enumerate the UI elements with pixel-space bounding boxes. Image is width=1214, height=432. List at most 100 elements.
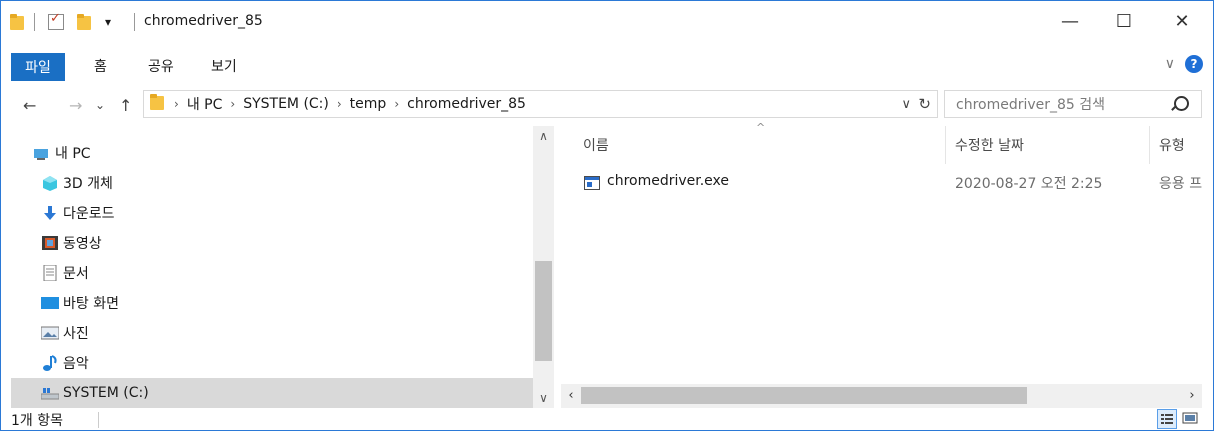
sidebar-item-this-pc[interactable]: 내 PC [11, 138, 533, 168]
desktop-icon [41, 295, 59, 311]
sidebar-item-label: 동영상 [63, 236, 102, 252]
window-title: chromedriver_85 [144, 13, 263, 29]
forward-button[interactable]: → [69, 88, 82, 122]
scroll-left-icon[interactable]: ‹ [561, 384, 581, 408]
sidebar-item-label: 문서 [63, 266, 89, 282]
minimize-button[interactable]: — [1047, 1, 1093, 41]
file-list-pane: ^ 이름 수정한 날짜 유형 chromedriver.exe 2020-08-… [561, 121, 1202, 408]
sidebar-item-label: 바탕 화면 [63, 296, 119, 312]
scroll-right-icon[interactable]: › [1182, 384, 1202, 408]
scroll-down-icon[interactable]: ∨ [533, 388, 554, 408]
pictures-icon [40, 325, 60, 341]
up-button[interactable]: ↑ [119, 88, 132, 122]
sidebar-item-documents[interactable]: 문서 [11, 258, 533, 288]
close-icon: ✕ [1174, 10, 1190, 32]
sidebar-item-music[interactable]: 음악 [11, 348, 533, 378]
details-view-icon [1161, 414, 1173, 424]
navigation-pane: 내 PC 3D 개체 다운로드 동영상 문서 바탕 화면 사진 음악 SYSTE… [11, 126, 554, 408]
scroll-up-icon[interactable]: ∧ [533, 126, 554, 146]
sidebar-item-downloads[interactable]: 다운로드 [11, 198, 533, 228]
breadcrumb-separator[interactable]: › [230, 97, 235, 111]
back-button[interactable]: ← [23, 88, 36, 122]
sidebar-item-videos[interactable]: 동영상 [11, 228, 533, 258]
search-icon[interactable] [1174, 96, 1189, 111]
new-folder-button[interactable] [77, 11, 91, 33]
quick-access-folder-icon [10, 11, 24, 33]
scrollbar-thumb[interactable] [581, 387, 1027, 404]
breadcrumb-separator[interactable]: › [394, 97, 399, 111]
column-header-name[interactable]: 이름 [583, 126, 609, 164]
column-header-modified[interactable]: 수정한 날짜 [955, 126, 1024, 164]
breadcrumb-separator: › [174, 97, 179, 111]
search-placeholder: chromedriver_85 검색 [956, 97, 1106, 113]
toolbar-separator [34, 13, 35, 31]
back-arrow-icon: ← [23, 95, 37, 115]
application-icon [584, 176, 600, 190]
3d-objects-icon [41, 175, 59, 191]
scrollbar-thumb[interactable] [535, 261, 552, 361]
breadcrumb-this-pc[interactable]: 내 PC [187, 94, 223, 114]
folder-icon [150, 93, 164, 115]
large-icons-view-button[interactable] [1181, 409, 1201, 429]
pc-icon [33, 145, 51, 161]
column-divider[interactable] [945, 126, 946, 164]
tab-view[interactable]: 보기 [211, 53, 237, 79]
address-dropdown-icon[interactable]: ∨ [901, 97, 911, 112]
tab-home[interactable]: 홈 [94, 53, 107, 79]
sidebar-item-pictures[interactable]: 사진 [11, 318, 533, 348]
video-icon [41, 235, 59, 251]
navigation-pane-scrollbar[interactable]: ∧ ∨ [533, 126, 554, 408]
chevron-down-icon: ⌄ [95, 98, 106, 112]
expand-ribbon-icon[interactable]: ∨ [1165, 56, 1175, 72]
sidebar-item-label: 3D 개체 [63, 176, 113, 192]
folder-icon [77, 13, 91, 31]
sidebar-item-3d-objects[interactable]: 3D 개체 [11, 168, 533, 198]
file-list-horizontal-scrollbar[interactable]: ‹ › [561, 384, 1202, 408]
title-bar: ▾ chromedriver_85 — ☐ ✕ [1, 1, 1213, 41]
breadcrumb-temp[interactable]: temp [350, 96, 387, 112]
sidebar-item-label: 음악 [63, 356, 89, 372]
file-modified-date: 2020-08-27 오전 2:25 [955, 176, 1103, 192]
drive-icon [40, 385, 60, 401]
download-icon [41, 205, 59, 221]
large-icons-view-icon [1182, 412, 1198, 424]
close-button[interactable]: ✕ [1159, 1, 1205, 41]
status-bar: 1개 항목 [1, 408, 1213, 432]
navigation-bar: ← → ⌄ ↑ › 내 PC › SYSTEM (C:) › temp › ch… [1, 88, 1213, 122]
file-type: 응용 프 [1159, 176, 1202, 192]
toolbar-separator [134, 13, 135, 31]
maximize-button[interactable]: ☐ [1101, 1, 1147, 41]
column-header-type[interactable]: 유형 [1159, 126, 1185, 164]
sidebar-item-label: 사진 [63, 326, 89, 342]
search-input[interactable]: chromedriver_85 검색 [944, 90, 1202, 118]
sidebar-item-label: SYSTEM (C:) [63, 385, 149, 401]
sidebar-item-desktop[interactable]: 바탕 화면 [11, 288, 533, 318]
file-row[interactable]: chromedriver.exe 2020-08-27 오전 2:25 응용 프 [561, 171, 1202, 195]
tab-file[interactable]: 파일 [11, 53, 65, 81]
address-bar[interactable]: › 내 PC › SYSTEM (C:) › temp › chromedriv… [143, 90, 938, 118]
breadcrumb-chromedriver[interactable]: chromedriver_85 [407, 96, 526, 112]
refresh-icon[interactable]: ↻ [918, 95, 931, 113]
sidebar-item-label: 내 PC [55, 146, 91, 162]
sidebar-item-system-drive[interactable]: SYSTEM (C:) [11, 378, 533, 408]
customize-toolbar-dropdown[interactable]: ▾ [105, 11, 111, 33]
minimize-icon: — [1061, 10, 1079, 32]
sort-ascending-icon: ^ [756, 121, 766, 134]
forward-arrow-icon: → [69, 95, 83, 115]
properties-button[interactable] [48, 11, 64, 33]
breadcrumb-separator[interactable]: › [337, 97, 342, 111]
recent-locations-button[interactable]: ⌄ [95, 88, 105, 122]
ribbon-tabs: 파일 홈 공유 보기 ∨ ? [1, 53, 1213, 81]
explorer-window: ▾ chromedriver_85 — ☐ ✕ 파일 홈 공유 보기 ∨ ? ←… [0, 0, 1214, 431]
column-divider[interactable] [1149, 126, 1150, 164]
up-arrow-icon: ↑ [119, 95, 133, 115]
tab-share[interactable]: 공유 [148, 53, 174, 79]
checkmark-icon [48, 11, 64, 30]
item-count: 1개 항목 [11, 413, 63, 429]
file-name: chromedriver.exe [607, 173, 730, 189]
details-view-button[interactable] [1157, 409, 1177, 429]
status-separator [98, 412, 99, 428]
help-icon[interactable]: ? [1185, 55, 1203, 73]
document-icon [41, 264, 59, 282]
breadcrumb-system-drive[interactable]: SYSTEM (C:) [243, 96, 329, 112]
